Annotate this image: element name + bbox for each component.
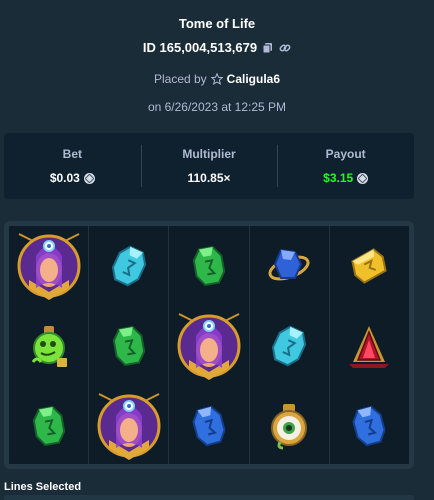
bet-id: ID 165,004,513,679 bbox=[142, 40, 258, 55]
eye-amulet-icon bbox=[250, 386, 329, 464]
stat-payout: Payout $3.15 bbox=[277, 133, 414, 199]
placed-by-label: Placed by bbox=[153, 72, 207, 86]
multiplier-label: Multiplier bbox=[182, 147, 236, 161]
lines-selected-panel bbox=[4, 495, 414, 500]
blue-gem-icon bbox=[169, 386, 248, 464]
bet-value-row: $0.03 bbox=[50, 171, 95, 185]
green-gem-icon bbox=[9, 386, 88, 464]
green-potion-icon bbox=[9, 306, 88, 386]
payout-label: Payout bbox=[325, 147, 366, 161]
red-crystal-icon bbox=[330, 306, 409, 386]
star-icon bbox=[210, 73, 223, 85]
stat-multiplier: Multiplier 110.85× bbox=[140, 133, 278, 199]
sorceress-wild-icon bbox=[9, 226, 88, 306]
username-link[interactable]: Caligula6 bbox=[227, 72, 280, 86]
slot-reels bbox=[9, 226, 409, 464]
lines-selected-label: Lines Selected bbox=[4, 481, 82, 493]
reel-3 bbox=[168, 226, 248, 464]
currency-icon bbox=[357, 172, 369, 184]
cyan-gem-icon bbox=[250, 306, 329, 386]
reel-4 bbox=[248, 226, 329, 464]
blue-gem-icon bbox=[330, 386, 409, 464]
bet-amount: $0.03 bbox=[49, 171, 80, 185]
cyan-gem-icon bbox=[89, 226, 168, 306]
stat-bet: Bet $0.03 bbox=[4, 133, 141, 199]
reel-5 bbox=[328, 226, 409, 464]
reel-1 bbox=[9, 226, 88, 464]
bet-label: Bet bbox=[62, 147, 82, 161]
green-gem-icon bbox=[169, 226, 248, 306]
copy-icon[interactable] bbox=[262, 42, 274, 54]
yellow-gem-icon bbox=[330, 226, 409, 306]
blue-orb-icon bbox=[250, 226, 329, 306]
green-gem-icon bbox=[89, 306, 168, 386]
bet-id-row: ID 165,004,513,679 bbox=[0, 40, 434, 55]
sorceress-wild-icon bbox=[169, 306, 248, 386]
placed-by-row: Placed by Caligula6 bbox=[0, 72, 434, 86]
sorceress-wild-icon bbox=[89, 386, 168, 464]
bet-date: on 6/26/2023 at 12:25 PM bbox=[147, 100, 287, 114]
slot-reels-frame bbox=[4, 221, 414, 469]
payout-amount: $3.15 bbox=[323, 171, 354, 185]
currency-icon bbox=[83, 172, 95, 184]
game-title[interactable]: Tome of Life bbox=[0, 16, 434, 31]
bet-stats-card: Bet $0.03 Multiplier 110.85× Payout $3.1… bbox=[4, 133, 414, 199]
reel-2 bbox=[88, 226, 168, 464]
payout-value-row: $3.15 bbox=[323, 171, 369, 185]
link-icon[interactable] bbox=[279, 42, 291, 54]
multiplier-value: 110.85× bbox=[187, 171, 231, 185]
